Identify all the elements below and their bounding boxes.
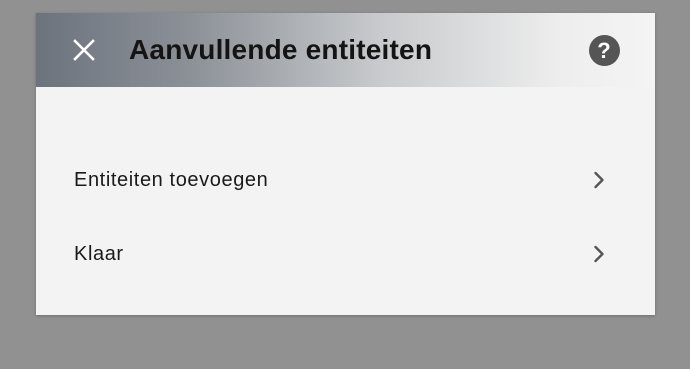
chevron-right-icon bbox=[590, 171, 608, 189]
help-button[interactable]: ? bbox=[587, 33, 621, 67]
menu-item-add-entities[interactable]: Entiteiten toevoegen bbox=[36, 143, 655, 217]
dialog-header: Aanvullende entiteiten ? bbox=[36, 13, 655, 87]
menu-item-label: Entiteiten toevoegen bbox=[74, 168, 269, 191]
dialog: Aanvullende entiteiten ? Entiteiten toev… bbox=[36, 13, 655, 315]
help-icon: ? bbox=[588, 34, 620, 66]
close-button[interactable] bbox=[66, 32, 102, 68]
menu-list: Entiteiten toevoegen Klaar bbox=[36, 143, 655, 291]
menu-item-done[interactable]: Klaar bbox=[36, 217, 655, 291]
dialog-title: Aanvullende entiteiten bbox=[129, 34, 433, 65]
menu-item-label: Klaar bbox=[74, 242, 124, 265]
chevron-right-icon bbox=[590, 245, 608, 263]
close-icon bbox=[73, 39, 95, 61]
